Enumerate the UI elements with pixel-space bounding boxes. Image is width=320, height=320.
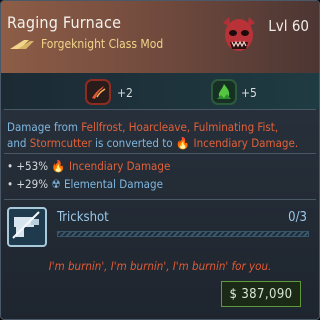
item-description: Damage from Fellfrost, Hoarcleave, Fulmi… bbox=[7, 120, 299, 150]
skill-count-fire: +2 bbox=[117, 86, 133, 100]
item-name: Raging Furnace bbox=[7, 13, 122, 32]
divider-middle bbox=[4, 153, 316, 154]
trickshot-name: Trickshot bbox=[57, 210, 109, 225]
fire-claw-icon bbox=[85, 79, 111, 105]
stat-incendiary: • +53% 🔥 Incendiary Damage bbox=[7, 159, 171, 173]
card-header: Raging Furnace Forgeknight Class Mod Lvl… bbox=[1, 1, 319, 73]
item-card: Raging Furnace Forgeknight Class Mod Lvl… bbox=[0, 0, 320, 320]
item-price: 387,090 bbox=[241, 286, 293, 302]
trickshot-rank: 0/3 bbox=[288, 210, 307, 225]
class-wing-icon bbox=[10, 40, 34, 49]
item-level: Lvl 60 bbox=[268, 17, 309, 35]
divider-bottom bbox=[4, 199, 316, 200]
item-type: Forgeknight Class Mod bbox=[41, 37, 164, 51]
trickshot-progress-bar bbox=[57, 231, 309, 237]
elemental-icon: ☢ bbox=[51, 177, 61, 191]
skull-portrait-icon bbox=[223, 17, 255, 51]
green-flame-icon bbox=[211, 79, 237, 105]
skill-count-green: +5 bbox=[241, 86, 257, 100]
divider-top bbox=[4, 109, 316, 110]
skill-bonus-row: +2 +5 bbox=[1, 73, 319, 109]
incendiary-icon: 🔥 bbox=[51, 159, 66, 173]
flavor-text: I'm burnin', I'm burnin', I'm burnin' fo… bbox=[48, 259, 272, 273]
trickshot-skill-icon bbox=[7, 207, 47, 247]
cash-icon: $ bbox=[229, 286, 238, 302]
price-box: $ 387,090 bbox=[221, 281, 301, 307]
stat-elemental: • +29% ☢ Elemental Damage bbox=[7, 177, 163, 191]
